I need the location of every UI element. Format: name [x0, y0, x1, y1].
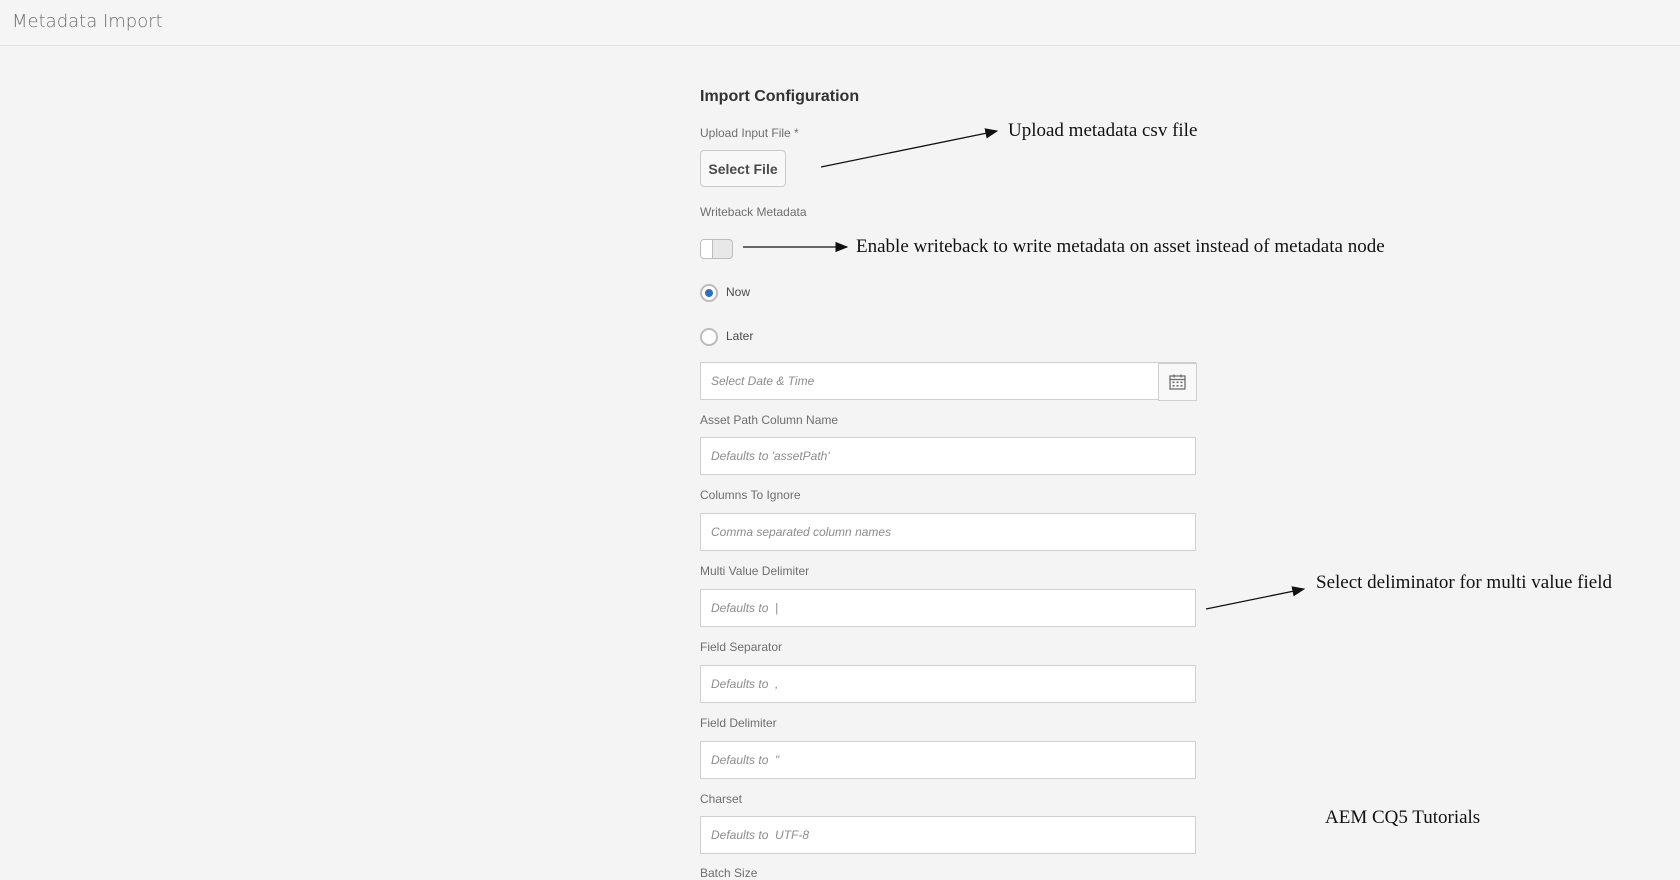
delimiter-arrow	[1205, 586, 1306, 610]
upload-annotation: Upload metadata csv file	[1008, 120, 1198, 141]
writeback-annotation: Enable writeback to write metadata on as…	[856, 236, 1385, 257]
upload-arrow	[820, 128, 999, 168]
watermark-text: AEM CQ5 Tutorials	[1325, 807, 1481, 828]
annotation-arrows	[743, 128, 1306, 610]
delimiter-annotation: Select deliminator for multi value field	[1316, 572, 1612, 593]
